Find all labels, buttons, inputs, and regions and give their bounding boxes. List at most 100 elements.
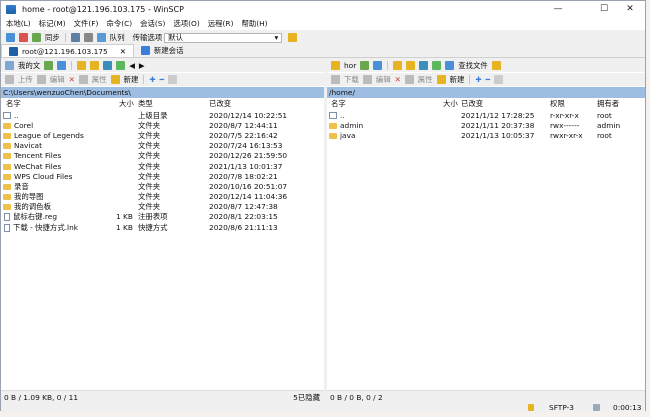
properties-button[interactable]: 属性 [90,74,109,85]
sync-icon [32,33,41,42]
table-row[interactable]: 鼠标右键.reg 1 KB 注册表项 2020/8/1 22:03:15 [1,212,324,222]
compare-icon[interactable] [6,33,15,42]
rename-icon[interactable] [78,75,88,84]
parent-dir-icon[interactable] [393,61,403,70]
col-size[interactable]: 大小 [443,98,458,109]
menu-local[interactable]: 本地(L) [1,18,34,29]
file-changed: 2020/12/26 21:59:50 [209,151,288,161]
table-row[interactable]: .. 上级目录 2020/12/14 10:22:51 [1,110,324,120]
table-row[interactable]: League of Legends 文件夹 2020/7/5 22:16:42 [1,130,324,140]
bookmark-icon[interactable] [491,61,501,70]
rename-icon[interactable] [404,75,414,84]
file-name-text: .. [14,110,19,120]
file-rights: rwx------ [550,120,580,130]
parent-dir-icon[interactable] [77,61,87,70]
file-size: 1 KB [116,222,133,232]
remote-column-headers: 名字 大小 已改变 权限 拥有者 [327,98,645,109]
transfer-options-select[interactable]: 默认 ▾ [164,32,283,43]
edit-button[interactable]: 编辑 [48,74,67,85]
queue-button[interactable]: 队列 [108,32,127,43]
table-row[interactable]: 录音 文件夹 2020/10/16 20:51:07 [1,181,324,191]
sort-icon[interactable] [373,61,383,70]
download-button[interactable]: 下载 [342,74,361,85]
delete-icon[interactable]: ✕ [393,75,403,84]
root-dir-icon[interactable] [90,61,100,70]
col-name[interactable]: 名字 [6,98,21,109]
upload-button[interactable]: 上传 [16,74,35,85]
menu-file[interactable]: 文件(F) [69,18,102,29]
filter-icon[interactable] [360,61,370,70]
edit-button[interactable]: 编辑 [374,74,393,85]
table-row[interactable]: 我的调色板 文件夹 2020/8/7 12:47:38 [1,202,324,212]
table-row[interactable]: .. 2021/1/12 17:28:25 r-xr-xr-x root [327,110,645,120]
menu-session[interactable]: 会话(S) [135,18,168,29]
deselect-icon[interactable]: ━ [158,75,166,84]
sync-browse-icon[interactable] [19,33,28,42]
col-owner[interactable]: 拥有者 [597,98,619,109]
preferences-icon[interactable] [83,33,93,42]
home-icon[interactable] [103,61,113,70]
select-all-icon[interactable]: ✚ [473,75,483,84]
sort-icon[interactable] [57,61,67,70]
col-size[interactable]: 大小 [119,98,134,109]
remote-status-bar: 0 B / 0 B, 0 / 2 [327,390,645,403]
close-button[interactable]: ✕ [613,1,647,17]
refresh-icon[interactable] [116,61,126,70]
forward-icon[interactable]: ▶ [137,61,147,70]
table-row[interactable]: WPS Cloud Files 文件夹 2020/7/8 18:02:21 [1,171,324,181]
file-owner: root [597,130,612,140]
tab-session-label: root@121.196.103.175 [22,46,108,56]
new-button[interactable]: 新建 [448,74,467,85]
menu-help[interactable]: 帮助(H) [236,18,270,29]
menu-mark[interactable]: 标记(M) [34,18,69,29]
col-rights[interactable]: 权限 [550,98,565,109]
sync-button[interactable]: 同步 [43,32,62,43]
local-path-bar[interactable]: C:\Users\wenzuoChen\Documents\ [1,87,324,98]
remote-action-toolbar: 下载 编辑 ✕ 属性 新建 ✚ ━ [327,73,645,86]
menu-options[interactable]: 选项(O) [168,18,202,29]
new-button[interactable]: 新建 [122,74,141,85]
tab-close-icon[interactable]: ✕ [118,47,128,56]
local-location-select[interactable]: 我的文 [16,60,42,71]
file-name: League of Legends [1,131,84,140]
tab-session[interactable]: root@121.196.103.175 ✕ [1,44,134,57]
file-name: Corel [1,121,33,130]
menu-command[interactable]: 命令(C) [101,18,135,29]
filter-icon[interactable] [44,61,54,70]
menu-remote[interactable]: 远程(R) [203,18,237,29]
col-changed[interactable]: 已改变 [209,98,231,109]
refresh-icon[interactable] [432,61,442,70]
deselect-icon[interactable]: ━ [484,75,492,84]
invert-selection-icon[interactable] [168,75,178,84]
file-icon [4,213,10,222]
root-dir-icon[interactable] [406,61,416,70]
col-type[interactable]: 类型 [138,98,153,109]
table-row[interactable]: Navicat 文件夹 2020/7/24 16:13:53 [1,141,324,151]
col-name[interactable]: 名字 [331,98,346,109]
remote-location-select[interactable]: hor [342,61,358,70]
bookmark-icon[interactable] [288,33,298,42]
select-all-icon[interactable]: ✚ [147,75,157,84]
table-row[interactable]: Tencent Files 文件夹 2020/12/26 21:59:50 [1,151,324,161]
table-row[interactable]: WeChat Files 文件夹 2021/1/13 10:01:37 [1,161,324,171]
delete-icon[interactable]: ✕ [67,75,77,84]
back-icon[interactable]: ◀ [127,61,137,70]
console-icon[interactable] [70,33,80,42]
table-row[interactable]: admin 2021/1/11 20:37:38 rwx------ admin [327,120,645,130]
separator [469,75,471,84]
table-row[interactable]: 下载 - 快捷方式.lnk 1 KB 快捷方式 2020/8/6 21:11:13 [1,222,324,232]
col-changed[interactable]: 已改变 [461,98,483,109]
table-row[interactable]: Corel 文件夹 2020/8/7 12:44:11 [1,120,324,130]
table-row[interactable]: 我的导图 文件夹 2020/12/14 11:04:36 [1,192,324,202]
table-row[interactable]: java 2021/1/13 10:05:37 rwxr-xr-x root [327,130,645,140]
file-name: WeChat Files [1,162,61,171]
remote-path-bar[interactable]: /home/ [327,87,645,98]
invert-selection-icon[interactable] [494,75,504,84]
home-icon[interactable] [419,61,429,70]
tab-new-session[interactable]: 新建会话 [134,44,191,57]
lock-icon [528,404,534,411]
properties-button[interactable]: 属性 [416,74,435,85]
minimize-button[interactable]: — [541,1,575,17]
find-files-button[interactable]: 查找文件 [456,60,490,71]
transfer-options-label: 传输选项 [132,33,163,42]
